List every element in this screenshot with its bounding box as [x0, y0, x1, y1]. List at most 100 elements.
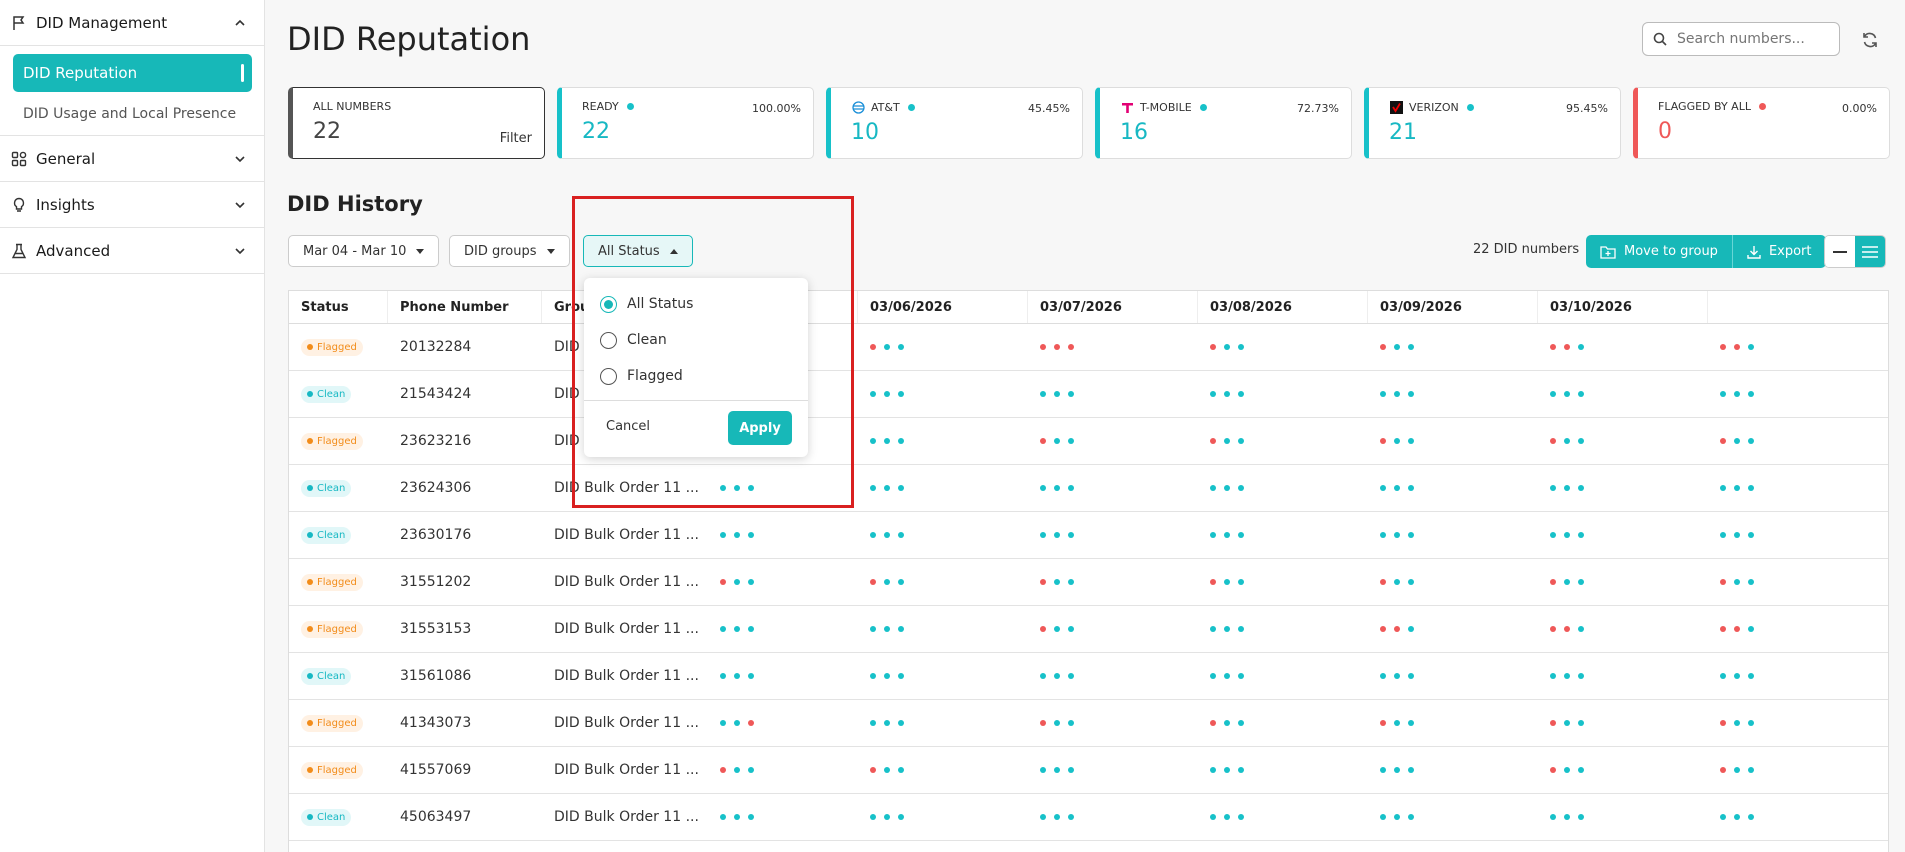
- status-select[interactable]: All Status: [583, 235, 693, 267]
- radio-button[interactable]: [600, 331, 617, 349]
- history-cell: [1198, 747, 1368, 793]
- clean-dot: [720, 814, 726, 820]
- compact-view-button[interactable]: [1825, 236, 1855, 267]
- history-cell: [1028, 794, 1198, 840]
- clean-dot: [1550, 485, 1556, 491]
- clean-dot: [1564, 532, 1570, 538]
- list-view-button[interactable]: [1855, 236, 1885, 267]
- flagged-dot: [1720, 579, 1726, 585]
- clean-dot: [1734, 391, 1740, 397]
- filter-link[interactable]: Filter: [500, 131, 532, 146]
- did-groups-select[interactable]: DID groups: [449, 235, 570, 267]
- carrier-dots: [1380, 579, 1414, 585]
- history-cell: [858, 700, 1028, 746]
- clean-dot: [720, 673, 726, 679]
- carrier-dots: [1550, 579, 1584, 585]
- history-cell: [1368, 559, 1538, 605]
- history-cell: [1708, 747, 1878, 793]
- clean-dot: [1068, 626, 1074, 632]
- option-flagged[interactable]: Flagged: [584, 358, 808, 394]
- option-all-status[interactable]: All Status: [584, 286, 808, 322]
- flagged-dot: [1040, 720, 1046, 726]
- table-row[interactable]: Flagged 415570690 DID Bulk Order 11 ...: [289, 747, 1888, 794]
- clean-dot: [1734, 438, 1740, 444]
- option-clean[interactable]: Clean: [584, 322, 808, 358]
- table-row[interactable]: Clean 23624306 DID Bulk Order 11 ...: [289, 465, 1888, 512]
- history-cell: [1368, 324, 1538, 370]
- sidebar-item-did-reputation[interactable]: DID Reputation: [13, 54, 252, 92]
- table-row[interactable]: Clean 45063497 DID Bulk Order 11 ...: [289, 794, 1888, 841]
- badge-dot: [307, 579, 313, 585]
- history-cell: [1708, 559, 1878, 605]
- clean-dot: [1054, 673, 1060, 679]
- table-row[interactable]: Clean215434249DID Bulk Order 11 ...: [289, 371, 1888, 418]
- phone-cell: 215434249: [388, 371, 542, 417]
- carrier-dots: [1720, 344, 1754, 350]
- page-title: DID Reputation: [287, 20, 531, 58]
- carrier-dots: [870, 391, 904, 397]
- date-range-select[interactable]: Mar 04 - Mar 10: [288, 235, 440, 267]
- status-cell: Clean: [289, 512, 388, 558]
- clean-dot: [870, 532, 876, 538]
- sidebar-section-did-management[interactable]: DID Management: [0, 0, 264, 46]
- sidebar: DID Management DID Reputation DID Usage …: [0, 0, 265, 852]
- export-button[interactable]: Export: [1733, 235, 1826, 268]
- clean-dot: [898, 626, 904, 632]
- clean-dot: [1408, 344, 1414, 350]
- card-tmobile[interactable]: T-MOBILE 72.73% 16: [1095, 87, 1352, 159]
- table-row[interactable]: Flagged 315531533 DID Bulk Order 11 ...: [289, 606, 1888, 653]
- search-input[interactable]: [1677, 31, 1817, 47]
- history-cell: [1198, 371, 1368, 417]
- table-row[interactable]: Flagged 413430738 DID Bulk Order 11 ...: [289, 700, 1888, 747]
- status-select-label: All Status: [598, 243, 660, 259]
- clean-dot: [1408, 673, 1414, 679]
- card-all-numbers[interactable]: ALL NUMBERS 22 Filter: [288, 87, 545, 159]
- history-cell: [858, 512, 1028, 558]
- group-cell: DID Bulk Order 11 ...: [554, 762, 699, 778]
- clean-dot: [1734, 814, 1740, 820]
- apply-button[interactable]: Apply: [728, 411, 792, 445]
- cancel-button[interactable]: Cancel: [606, 419, 650, 434]
- sidebar-section-insights[interactable]: Insights: [0, 182, 264, 228]
- clean-dot: [1224, 673, 1230, 679]
- radio-button-selected[interactable]: [600, 295, 617, 313]
- clean-dot: [1408, 767, 1414, 773]
- sidebar-section-advanced[interactable]: Advanced: [0, 228, 264, 274]
- table-row[interactable]: Clean 315610865 DID Bulk Order 11 ...: [289, 653, 1888, 700]
- flagged-dot: [1040, 579, 1046, 585]
- carrier-dots: [720, 720, 754, 726]
- table-row[interactable]: Flagged201322842DID Bulk Order 11 ...: [289, 324, 1888, 371]
- refresh-icon[interactable]: [1860, 30, 1880, 50]
- card-verizon[interactable]: VERIZON 95.45% 21: [1364, 87, 1621, 159]
- sidebar-section-general[interactable]: General: [0, 136, 264, 182]
- clean-dot: [1578, 579, 1584, 585]
- card-att[interactable]: AT&T 45.45% 10: [826, 87, 1083, 159]
- history-cell: [1708, 512, 1878, 558]
- radio-button[interactable]: [600, 367, 617, 385]
- chevron-down-icon: [235, 247, 245, 254]
- card-ready[interactable]: READY 100.00% 22: [557, 87, 814, 159]
- table-row[interactable]: Flagged 315512023 DID Bulk Order 11 ...: [289, 559, 1888, 606]
- clean-dot: [734, 814, 740, 820]
- move-to-group-button[interactable]: Move to group: [1586, 235, 1732, 268]
- clean-dot: [1408, 720, 1414, 726]
- flagged-dot: [1550, 720, 1556, 726]
- phone-number: 236301765: [400, 527, 472, 543]
- carrier-dots: [1210, 391, 1244, 397]
- history-cell: [708, 465, 858, 511]
- badge-label: Flagged: [317, 764, 357, 776]
- clean-dot: [870, 485, 876, 491]
- clean-dot: [1550, 814, 1556, 820]
- phone-cell: 315531533: [388, 606, 542, 652]
- table-row[interactable]: Flagged236232166DID Bulk Order 11 ...: [289, 418, 1888, 465]
- column-header: Status: [289, 291, 388, 323]
- table-row[interactable]: Clean 236301765 DID Bulk Order 11 ...: [289, 512, 1888, 559]
- clean-dot: [720, 485, 726, 491]
- minus-icon: [1833, 250, 1847, 253]
- move-to-group-label: Move to group: [1624, 244, 1718, 259]
- date-range-label: Mar 04 - Mar 10: [303, 243, 407, 259]
- search-box[interactable]: [1642, 22, 1840, 56]
- sidebar-item-did-usage[interactable]: DID Usage and Local Presence: [0, 92, 264, 136]
- card-flagged-by-all[interactable]: FLAGGED BY ALL 0.00% 0: [1633, 87, 1890, 159]
- carrier-dots: [1210, 626, 1244, 632]
